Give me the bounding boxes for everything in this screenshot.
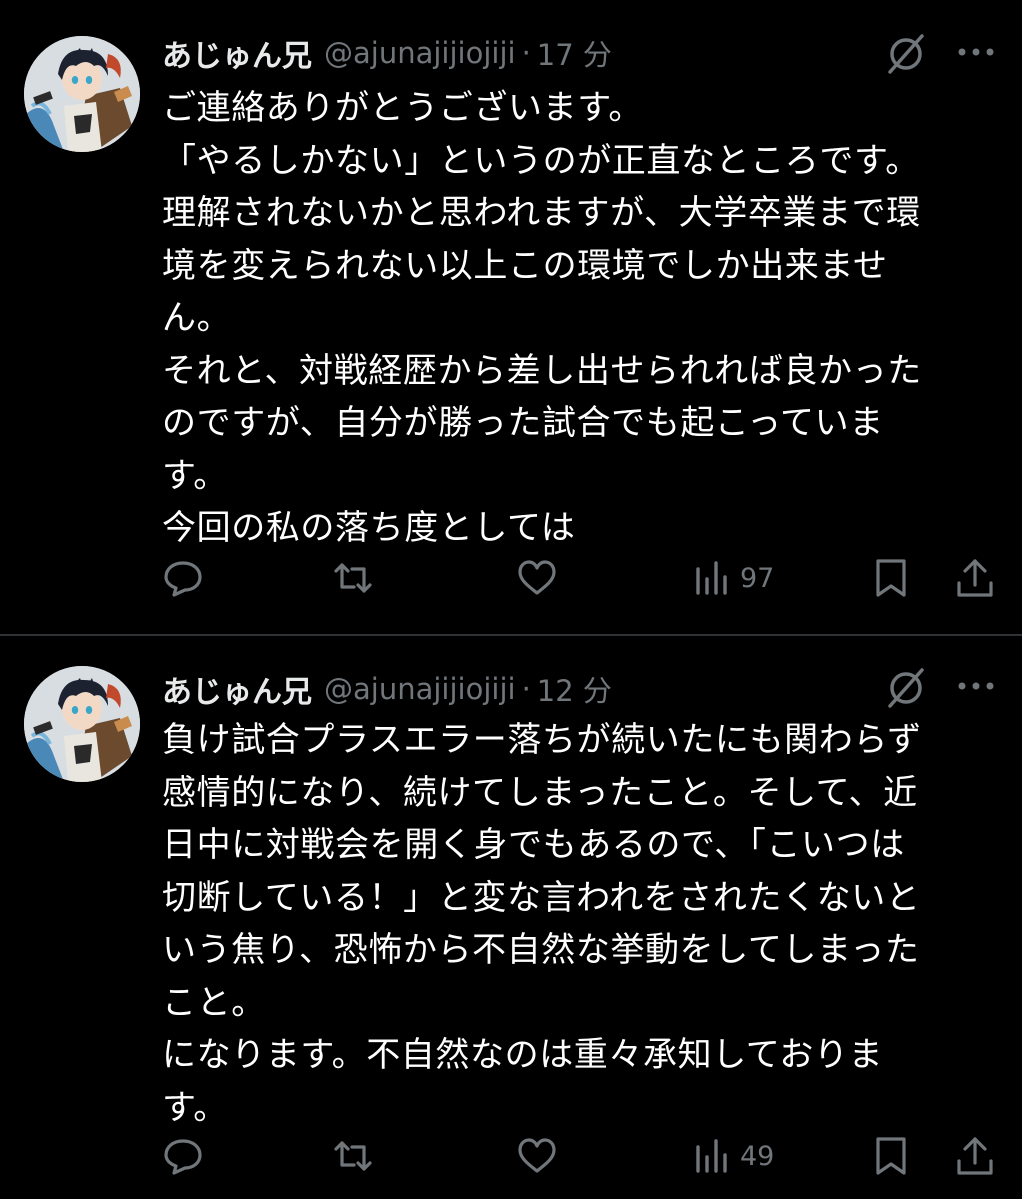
analytics-icon — [696, 561, 727, 595]
views-button[interactable]: 49 — [692, 1134, 774, 1178]
views-count: 49 — [740, 1140, 775, 1172]
grok-icon[interactable] — [884, 666, 928, 710]
bookmark-button[interactable] — [870, 1134, 912, 1178]
views-button[interactable]: 97 — [692, 556, 774, 600]
separator-dot: · — [521, 672, 531, 706]
text-line: 日中に対戦会を開く身でもあるので、「こいつは — [162, 825, 905, 865]
tweet-header: あじゅん兄 @ajunajijiojiji · 12 分 — [162, 666, 612, 712]
tweet-text: ご連絡ありがとうございます。 「やるしかない」というのが正直なところです。 理解… — [162, 82, 992, 555]
action-bar: 49 — [162, 1134, 998, 1178]
text-line: 理解されないかと思われますが、大学卒業まで環 — [162, 193, 921, 233]
heart-icon — [518, 1138, 556, 1173]
heart-icon — [518, 560, 556, 595]
timestamp[interactable]: 17 分 — [537, 32, 612, 74]
action-bar: 97 — [162, 556, 998, 600]
retweet-button[interactable] — [332, 1134, 374, 1178]
text-line: 境を変えられない以上この環境でしか出来ませ — [162, 245, 888, 286]
share-button[interactable] — [954, 556, 996, 600]
text-line: こと。 — [162, 982, 266, 1023]
more-icon[interactable] — [956, 44, 996, 60]
text-line: 負け試合プラスエラー落ちが続いたにも関わらず — [162, 720, 922, 760]
tweet[interactable]: あじゅん兄 @ajunajijiojiji · 12 分 負け試合プラスエラー落… — [0, 636, 1022, 1199]
reply-button[interactable] — [162, 556, 204, 600]
author-handle[interactable]: @ajunajijiojiji — [324, 36, 516, 70]
reply-icon — [164, 1139, 202, 1175]
avatar[interactable] — [24, 666, 140, 782]
tweet[interactable]: あじゅん兄 @ajunajijiojiji · 17 分 ご連絡ありがとうござい… — [0, 0, 1022, 634]
text-line: ご連絡ありがとうございます。 — [162, 88, 643, 128]
separator-dot: · — [521, 36, 531, 70]
text-line: になります。不自然なのは重々承知しておりま — [162, 1035, 884, 1075]
author-handle[interactable]: @ajunajijiojiji — [324, 672, 516, 706]
retweet-icon — [334, 563, 372, 593]
reply-button[interactable] — [162, 1134, 204, 1178]
bookmark-icon — [876, 1137, 906, 1175]
text-line: 感情的になり、続けてしまったこと。そして、近 — [162, 772, 918, 813]
analytics-icon — [696, 1139, 727, 1173]
text-line: 今回の私の落ち度としては — [162, 508, 576, 548]
retweet-icon — [334, 1141, 372, 1171]
share-button[interactable] — [954, 1134, 996, 1178]
avatar[interactable] — [24, 36, 140, 152]
share-icon — [957, 1137, 993, 1175]
text-line: す。 — [162, 455, 228, 496]
text-line: す。 — [162, 1087, 228, 1128]
text-line: ん。 — [162, 298, 232, 338]
like-button[interactable] — [516, 1134, 558, 1178]
author-name[interactable]: あじゅん兄 — [162, 31, 312, 75]
text-line: のですが、自分が勝った試合でも起こっていま — [162, 403, 884, 443]
retweet-button[interactable] — [332, 556, 374, 600]
tweet-header: あじゅん兄 @ajunajijiojiji · 17 分 — [162, 30, 612, 76]
author-name[interactable]: あじゅん兄 — [162, 667, 312, 711]
grok-icon[interactable] — [884, 32, 928, 76]
text-line: いう焦り、恐怖から不自然な挙動をしてしまった — [162, 930, 920, 970]
text-line: 切断している！」と変な言われをされたくないと — [162, 877, 921, 918]
bookmark-button[interactable] — [870, 556, 912, 600]
reply-icon — [164, 561, 202, 597]
share-icon — [957, 559, 993, 597]
text-line: それと、対戦経歴から差し出せられれば良かった — [162, 350, 922, 391]
text-line: 「やるしかない」というのが正直なところです。 — [162, 140, 920, 181]
tweet-text: 負け試合プラスエラー落ちが続いたにも関わらず 感情的になり、続けてしまったこと。… — [162, 714, 992, 1134]
bookmark-icon — [876, 559, 906, 597]
more-icon[interactable] — [956, 678, 996, 694]
views-count: 97 — [740, 562, 775, 594]
like-button[interactable] — [516, 556, 558, 600]
timestamp[interactable]: 12 分 — [537, 668, 612, 710]
